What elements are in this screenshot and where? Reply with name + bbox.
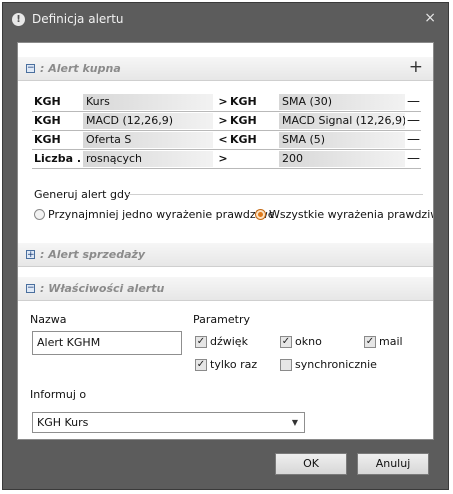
any-expression-label[interactable]: Przynajmniej jedno wyrażenie prawdziwe — [48, 208, 275, 221]
left-indicator[interactable]: Kurs — [83, 94, 213, 110]
right-indicator[interactable]: SMA (5) — [279, 132, 405, 148]
close-button[interactable]: × — [424, 10, 436, 26]
right-value[interactable]: 200 — [279, 151, 405, 167]
window-label[interactable]: okno — [295, 335, 322, 348]
dialog-footer: OK Anuluj — [3, 440, 448, 491]
condition-row[interactable]: KGH MACD (12,26,9) > KGH MACD Signal (12… — [32, 112, 421, 131]
once-only-label[interactable]: tylko raz — [210, 358, 257, 371]
info-icon: ! — [12, 13, 25, 26]
left-indicator[interactable]: Oferta S — [83, 132, 213, 148]
left-symbol: KGH — [34, 114, 61, 127]
right-indicator[interactable]: MACD Signal (12,26,9) — [279, 113, 405, 129]
parameters-label: Parametry — [193, 313, 250, 326]
remove-condition-button[interactable]: — — [406, 113, 421, 129]
buy-alert-title: : Alert kupna — [40, 62, 121, 75]
right-symbol: KGH — [230, 95, 257, 108]
sound-label[interactable]: dźwięk — [210, 335, 248, 348]
divider — [18, 300, 433, 301]
generate-group-label: Generuj alert gdy — [34, 188, 131, 201]
sound-checkbox[interactable]: ✓ — [195, 336, 207, 348]
sell-alert-header[interactable]: + : Alert sprzedaży — [18, 242, 433, 267]
left-symbol: KGH — [34, 95, 61, 108]
ok-button[interactable]: OK — [275, 453, 347, 475]
left-indicator[interactable]: MACD (12,26,9) — [83, 113, 213, 129]
name-input[interactable]: Alert KGHM — [32, 331, 182, 355]
left-symbol: KGH — [34, 133, 61, 146]
inform-select[interactable]: KGH Kurs ▼ — [32, 412, 305, 433]
all-expressions-radio[interactable] — [255, 209, 266, 220]
sell-alert-title: : Alert sprzedaży — [40, 248, 146, 261]
operator[interactable]: > — [216, 94, 230, 110]
window-checkbox[interactable]: ✓ — [280, 336, 292, 348]
chevron-down-icon: ▼ — [291, 418, 298, 427]
window-title: Definicja alertu — [32, 12, 124, 26]
right-symbol — [230, 151, 276, 167]
mail-checkbox[interactable]: ✓ — [364, 336, 376, 348]
divider — [128, 194, 423, 195]
properties-header: − : Właściwości alertu — [18, 276, 433, 301]
synchronous-checkbox[interactable] — [280, 359, 292, 371]
inform-label: Informuj o — [30, 388, 87, 401]
left-symbol: Liczba ... — [34, 152, 82, 165]
add-condition-button[interactable]: + — [409, 57, 423, 77]
properties-title: : Właściwości alertu — [40, 282, 165, 295]
cancel-button[interactable]: Anuluj — [357, 453, 429, 475]
synchronous-label[interactable]: synchronicznie — [295, 358, 377, 371]
condition-row[interactable]: KGH Kurs > KGH SMA (30) — — [32, 93, 421, 112]
divider — [18, 80, 433, 81]
all-expressions-label[interactable]: Wszystkie wyrażenia prawdziwe — [269, 208, 433, 221]
expand-icon[interactable]: + — [26, 250, 35, 260]
collapse-icon[interactable]: − — [26, 284, 35, 293]
operator[interactable]: > — [216, 151, 230, 167]
title-bar: ! Definicja alertu × — [3, 3, 448, 36]
divider — [18, 266, 433, 267]
buy-alert-header: − : Alert kupna + — [18, 56, 433, 81]
operator[interactable]: < — [216, 132, 230, 148]
operator[interactable]: > — [216, 113, 230, 129]
mail-label[interactable]: mail — [379, 335, 403, 348]
right-symbol: KGH — [230, 133, 257, 146]
right-symbol: KGH — [230, 114, 257, 127]
condition-row[interactable]: KGH Oferta S < KGH SMA (5) — — [32, 131, 421, 150]
once-only-checkbox[interactable]: ✓ — [195, 359, 207, 371]
name-label: Nazwa — [30, 313, 67, 326]
alert-definition-dialog: ! Definicja alertu × − : Alert kupna + K… — [2, 2, 449, 490]
any-expression-radio[interactable] — [34, 209, 45, 220]
collapse-icon[interactable]: − — [26, 64, 35, 73]
left-indicator[interactable]: rosnących — [83, 151, 213, 167]
remove-condition-button[interactable]: — — [406, 132, 421, 148]
remove-condition-button[interactable]: — — [406, 94, 421, 110]
right-indicator[interactable]: SMA (30) — [279, 94, 405, 110]
remove-condition-button[interactable]: — — [406, 151, 421, 167]
dialog-content: − : Alert kupna + KGH Kurs > KGH SMA (30… — [17, 42, 434, 440]
condition-row[interactable]: Liczba ... rosnących > 200 — — [32, 150, 421, 169]
inform-select-value: KGH Kurs — [37, 416, 89, 429]
